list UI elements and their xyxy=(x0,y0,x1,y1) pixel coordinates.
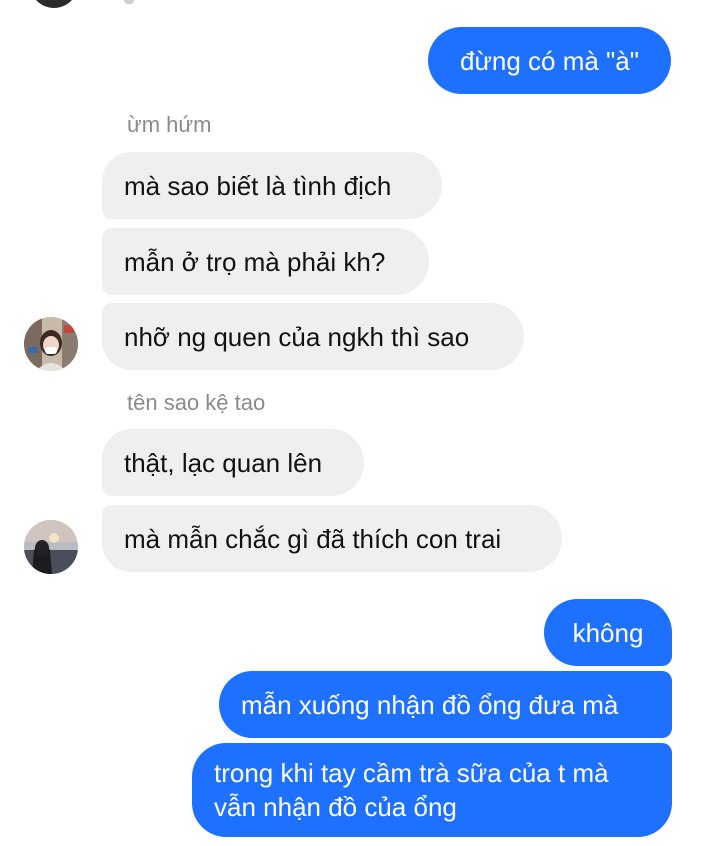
reply-context-label: ừm hứm xyxy=(127,112,212,137)
sender-avatar[interactable] xyxy=(24,317,78,371)
message-text: mẫn ở trọ mà phải kh? xyxy=(124,246,386,277)
message-text: mà mẫn chắc gì đã thích con trai xyxy=(124,523,502,554)
incoming-message[interactable]: thật, lạc quan lên xyxy=(102,429,364,496)
incoming-message[interactable]: mẫn ở trọ mà phải kh? xyxy=(102,228,429,295)
message-line: vẫn nhận đồ của ổng xyxy=(214,792,457,822)
avatar-photo-icon xyxy=(24,317,78,371)
incoming-message[interactable]: mà sao biết là tình địch xyxy=(102,152,442,219)
partial-element-top xyxy=(124,0,134,4)
reply-context-label: tên sao kệ tao xyxy=(127,390,266,415)
partial-avatar-top xyxy=(30,0,78,8)
message-text: mà sao biết là tình địch xyxy=(124,170,392,201)
message-line: trong khi tay cầm trà sữa của t mà xyxy=(214,758,609,788)
incoming-message[interactable]: mà mẫn chắc gì đã thích con trai xyxy=(102,505,562,572)
message-text: nhỡ ng quen của ngkh thì sao xyxy=(124,321,470,352)
outgoing-message[interactable]: đừng có mà "à" xyxy=(428,27,671,94)
message-text: không xyxy=(572,617,644,648)
message-text: mẫn xuống nhận đồ ổng đưa mà xyxy=(241,689,619,720)
message-text: trong khi tay cầm trà sữa của t mà vẫn n… xyxy=(214,756,609,824)
outgoing-message[interactable]: không xyxy=(544,599,672,666)
outgoing-message[interactable]: mẫn xuống nhận đồ ổng đưa mà xyxy=(219,671,672,738)
outgoing-message[interactable]: trong khi tay cầm trà sữa của t mà vẫn n… xyxy=(192,743,672,837)
incoming-message[interactable]: nhỡ ng quen của ngkh thì sao xyxy=(102,303,524,370)
message-text: đừng có mà "à" xyxy=(460,45,639,76)
sender-avatar[interactable] xyxy=(24,520,78,574)
message-text: thật, lạc quan lên xyxy=(124,447,323,478)
avatar-photo-icon xyxy=(24,520,78,574)
